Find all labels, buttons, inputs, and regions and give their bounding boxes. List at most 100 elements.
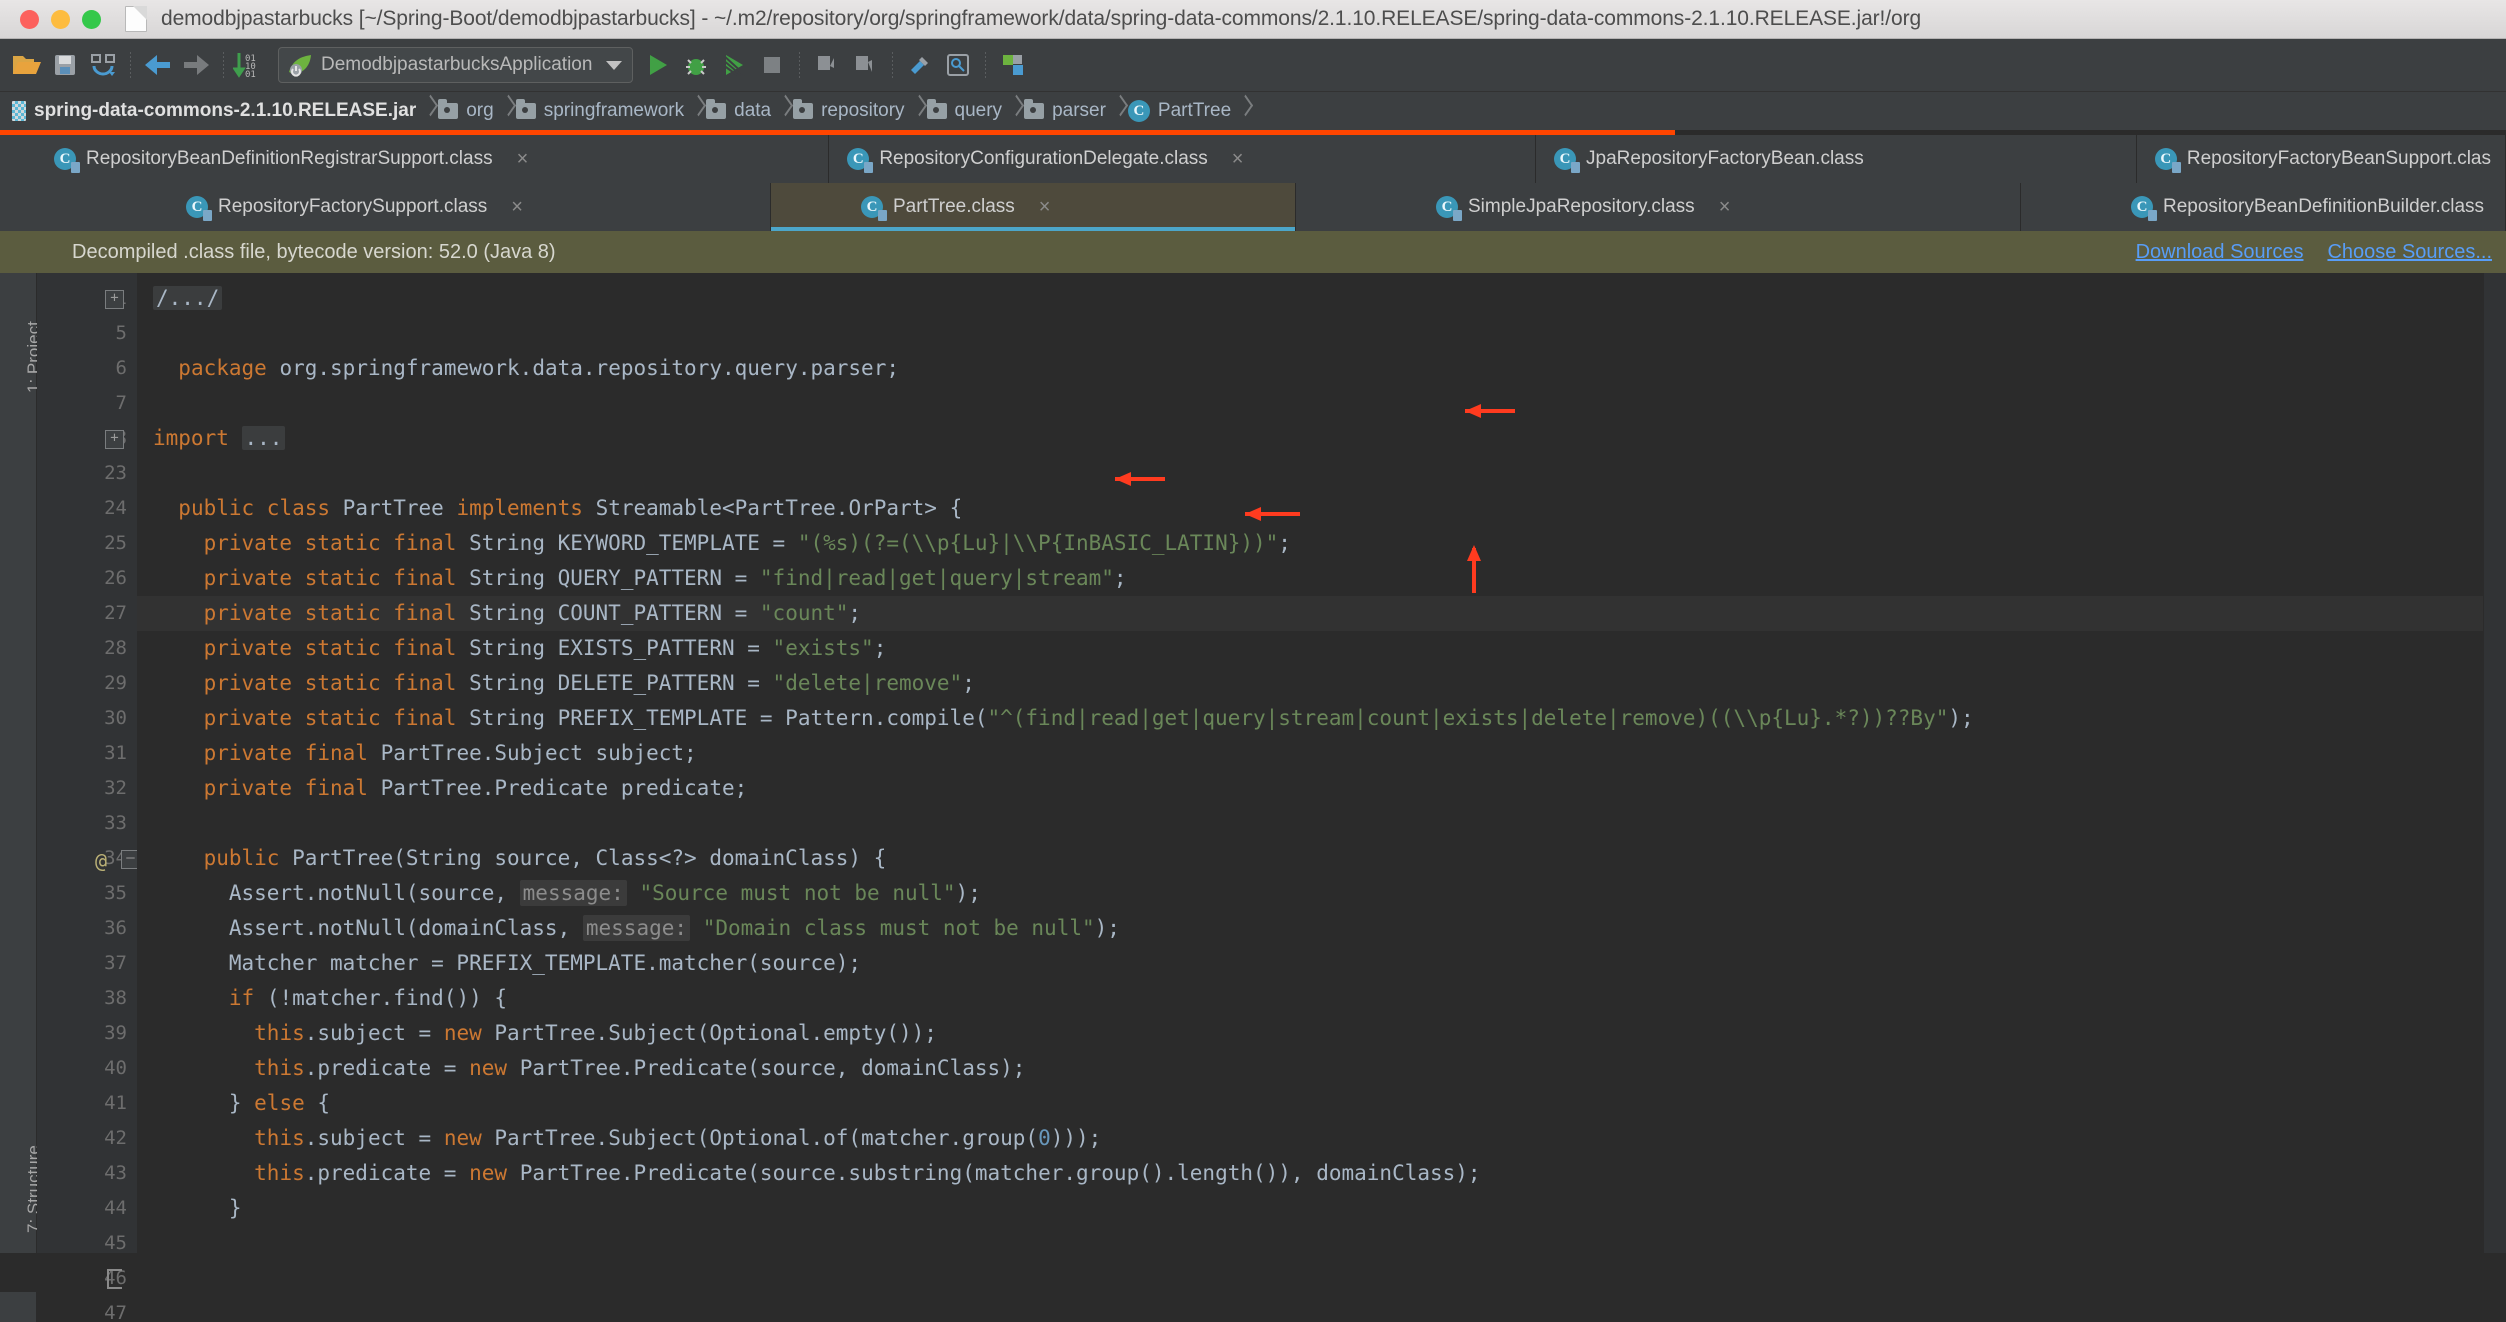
show-bytecode-icon[interactable]: 01 10 01 [232,46,270,84]
forward-icon[interactable] [177,46,215,84]
fold-end-icon[interactable] [107,1269,122,1289]
code-line: /.../ [153,281,2483,316]
editor-tab-row-1: C RepositoryBeanDefinitionRegistrarSuppo… [0,135,2506,183]
close-icon[interactable]: × [1039,196,1051,219]
gutter-line: 32 [104,777,127,799]
spring-leaf-icon [289,55,311,77]
tabrow-left-pad [0,135,36,183]
choose-sources-link[interactable]: Choose Sources... [2327,241,2492,264]
close-window-button[interactable] [20,9,39,29]
code-line: private static final String PREFIX_TEMPL… [203,706,1974,730]
tabrow-left-pad-2 [0,183,36,231]
tab-label: SimpleJpaRepository.class [1468,196,1695,217]
tab-repositoryconfigurationdelegate[interactable]: C RepositoryConfigurationDelegate.class … [829,135,1537,183]
window-titlebar: demodbjpastarbucks [~/Spring-Boot/demodb… [0,0,2506,39]
breadcrumb-item-org[interactable]: org [436,92,499,130]
toolbar-separator-2 [223,52,224,78]
gutter-line: 44 [104,1197,127,1219]
breadcrumb: spring-data-commons-2.1.10.RELEASE.jar o… [0,92,2506,130]
svg-text:01: 01 [245,70,256,79]
breadcrumb-separator-icon [1112,92,1126,130]
tab-parttree[interactable]: C PartTree.class × [771,183,1296,231]
gutter-line: 25 [104,532,127,554]
tab-simplejparepository[interactable]: C SimpleJpaRepository.class × [1296,183,2021,231]
gutter-line: 30 [104,707,127,729]
close-icon[interactable]: × [517,148,529,171]
breadcrumb-label: spring-data-commons-2.1.10.RELEASE.jar [34,100,417,121]
run-configuration-label: DemodbjpastarbucksApplication [321,54,593,75]
code-line: private final PartTree.Subject subject; [203,741,697,765]
update-app-button[interactable] [808,46,846,84]
gutter-line: 42 [104,1127,127,1149]
code-editor[interactable]: /.../ package org.springframework.data.r… [137,273,2483,1253]
stop-button[interactable] [753,46,791,84]
close-icon[interactable]: × [1232,148,1244,171]
fold-plus-icon[interactable]: + [105,290,124,309]
build-project-button[interactable] [901,46,939,84]
editor-gutter[interactable]: 1+ 5 6 7 8+ 23 24 25 26 27 28 29 30 31 3… [37,273,140,1322]
run-configuration-selector[interactable]: DemodbjpastarbucksApplication [278,47,634,83]
zoom-window-button[interactable] [82,9,101,29]
breadcrumb-separator-icon [777,92,791,130]
breadcrumb-item-query[interactable]: query [925,92,1009,130]
code-line: private static final String QUERY_PATTER… [203,566,1127,590]
run-with-coverage-button[interactable] [715,46,753,84]
folder-icon [706,99,727,119]
close-icon[interactable]: × [511,196,523,219]
run-button[interactable] [639,46,677,84]
gutter-line: 31 [104,742,127,764]
breadcrumb-item-springframework[interactable]: springframework [514,92,690,130]
code-line: Assert.notNull(source, message: "Source … [228,880,981,906]
editor-marker-bar[interactable] [2483,273,2506,1253]
save-all-icon[interactable] [46,46,84,84]
gear-icon[interactable] [994,46,1032,84]
close-icon[interactable]: × [1719,196,1731,219]
class-file-icon: C [2131,196,2157,221]
class-file-icon: C [847,148,874,173]
breadcrumb-item-repository[interactable]: repository [791,92,910,130]
tab-repositorybeandefinitionregistrarsupport[interactable]: C RepositoryBeanDefinitionRegistrarSuppo… [36,135,830,183]
breadcrumb-label: PartTree [1157,100,1232,121]
gutter-line: 39 [104,1022,127,1044]
breadcrumb-item-parser[interactable]: parser [1022,92,1112,130]
class-file-icon: C [861,196,887,221]
window-title: demodbjpastarbucks [~/Spring-Boot/demodb… [161,7,1922,30]
code-line: private static final String DELETE_PATTE… [203,671,975,695]
tab-repositorybeandefinitionbuilder[interactable]: C RepositoryBeanDefinitionBuilder.class [2021,183,2506,231]
breadcrumb-separator-icon [1008,92,1022,130]
dump-threads-button[interactable] [846,46,884,84]
gutter-line: 45 [104,1232,127,1254]
gutter-line: 35 [104,882,127,904]
fold-plus-icon[interactable]: + [105,430,124,449]
gutter-line: 33 [104,812,127,834]
tab-repositoryfactorybeansupport[interactable]: C RepositoryFactoryBeanSupport.clas [2136,135,2506,183]
gutter-line: 46 [104,1267,127,1289]
breadcrumb-label: repository [821,100,905,121]
search-everywhere-button[interactable] [939,46,977,84]
minimize-window-button[interactable] [51,9,70,29]
code-line: } else { [228,1091,331,1115]
breadcrumb-item-jar[interactable]: spring-data-commons-2.1.10.RELEASE.jar [10,92,422,130]
download-sources-link[interactable]: Download Sources [2136,241,2304,264]
code-line: this.predicate = new PartTree.Predicate(… [254,1056,1026,1080]
breadcrumb-item-parttree[interactable]: C PartTree [1126,92,1237,130]
code-line: private final PartTree.Predicate predica… [203,776,748,800]
toolbar-separator-4 [892,52,894,78]
chevron-down-icon[interactable] [606,60,623,70]
gutter-line: 37 [104,952,127,974]
tab-jparepositoryfactorybean[interactable]: C JpaRepositoryFactoryBean.class [1536,135,2137,183]
open-project-icon[interactable] [8,46,46,84]
code-line: if (!matcher.find()) { [228,986,508,1010]
folder-icon [438,99,459,119]
sync-icon[interactable] [84,46,122,84]
breadcrumb-label: org [466,100,494,121]
gutter-line: 34 @ – [37,841,140,879]
tab-repositoryfactorysupport[interactable]: C RepositoryFactorySupport.class × [36,183,771,231]
override-annotation-icon[interactable]: @ [95,844,107,879]
tab-label: PartTree.class [893,196,1015,217]
breadcrumb-separator-icon [690,92,704,130]
debug-button[interactable] [677,46,715,84]
back-icon[interactable] [139,46,177,84]
breadcrumb-item-data[interactable]: data [704,92,777,130]
